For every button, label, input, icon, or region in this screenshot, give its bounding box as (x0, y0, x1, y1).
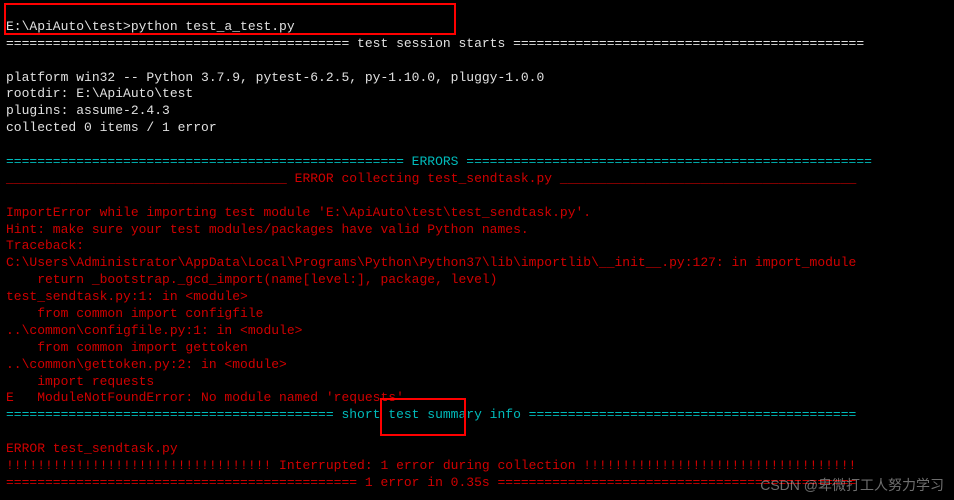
trace-line-1: C:\Users\Administrator\AppData\Local\Pro… (6, 255, 856, 270)
terminal-output: E:\ApiAuto\test>python test_a_test.py ==… (0, 0, 954, 494)
trace-code-4: import requests (6, 374, 154, 389)
session-header: ========================================… (6, 36, 864, 51)
plugins-line: plugins: assume-2.4.3 (6, 103, 170, 118)
traceback-label: Traceback: (6, 238, 84, 253)
module-not-found-line: E ModuleNotFoundError: No module named '… (6, 390, 404, 405)
summary-header: ========================================… (6, 407, 856, 422)
trace-code-3: from common import gettoken (6, 340, 248, 355)
trace-line-3: ..\common\configfile.py:1: in <module> (6, 323, 302, 338)
rootdir-line: rootdir: E:\ApiAuto\test (6, 86, 193, 101)
error-collecting-line: ____________________________________ ERR… (6, 171, 856, 186)
collected-line: collected 0 items / 1 error (6, 120, 217, 135)
prompt-line: E:\ApiAuto\test>python test_a_test.py (6, 19, 295, 34)
import-error-line: ImportError while importing test module … (6, 205, 591, 220)
trace-code-2: from common import configfile (6, 306, 263, 321)
watermark-text: CSDN @卑微打工人努力学习 (760, 476, 944, 494)
hint-line: Hint: make sure your test modules/packag… (6, 222, 529, 237)
error-file-line: ERROR test_sendtask.py (6, 441, 178, 456)
final-line: ========================================… (6, 475, 856, 490)
platform-line: platform win32 -- Python 3.7.9, pytest-6… (6, 70, 544, 85)
trace-line-2: test_sendtask.py:1: in <module> (6, 289, 248, 304)
errors-header: ========================================… (6, 154, 872, 169)
trace-code-1: return _bootstrap._gcd_import(name[level… (6, 272, 497, 287)
interrupted-line: !!!!!!!!!!!!!!!!!!!!!!!!!!!!!!!!!! Inter… (6, 458, 856, 473)
trace-line-4: ..\common\gettoken.py:2: in <module> (6, 357, 287, 372)
